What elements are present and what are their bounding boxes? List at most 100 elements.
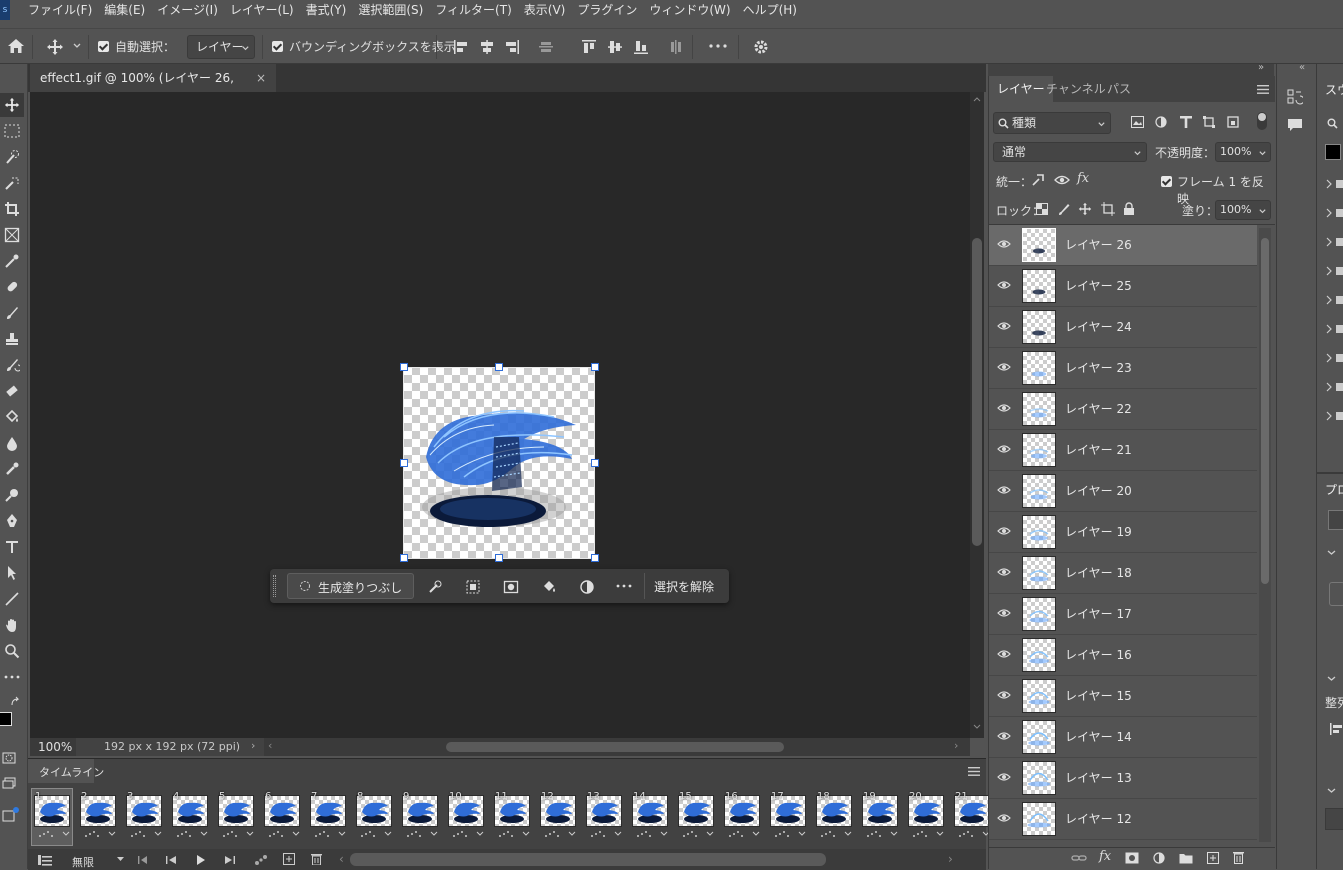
edit-toolbar-icon[interactable]	[2, 806, 20, 822]
layer-row[interactable]: レイヤー 15	[989, 676, 1257, 717]
align-top-icon[interactable]	[581, 39, 597, 55]
timeline-frame[interactable]: 14	[630, 789, 670, 845]
menu-edit[interactable]: 編集(E)	[98, 0, 151, 20]
previous-frame-icon[interactable]	[165, 855, 177, 865]
new-group-icon[interactable]	[1179, 852, 1193, 864]
frame-delay-icon[interactable]	[958, 830, 990, 838]
mask-icon[interactable]	[503, 579, 519, 595]
next-frame-icon[interactable]	[224, 855, 236, 865]
timeline-frame[interactable]: 9	[400, 789, 440, 845]
line-tool-icon[interactable]	[0, 587, 24, 611]
menu-image[interactable]: イメージ(I)	[151, 0, 224, 20]
comments-panel-icon[interactable]	[1287, 118, 1303, 132]
filter-adjustment-icon[interactable]	[1155, 116, 1167, 128]
search-icon[interactable]	[1327, 118, 1338, 129]
menu-file[interactable]: ファイル(F)	[22, 0, 98, 20]
frame-delay-icon[interactable]	[176, 830, 208, 838]
lock-image-pixels-icon[interactable]	[1057, 202, 1071, 216]
eye-icon[interactable]	[997, 239, 1011, 249]
eye-icon[interactable]	[997, 321, 1011, 331]
transform-handle-bottom-left[interactable]	[400, 554, 408, 562]
panel-menu-icon[interactable]	[968, 767, 980, 776]
blur-tool-icon[interactable]	[0, 431, 24, 455]
layer-row[interactable]: レイヤー 17	[989, 594, 1257, 635]
align-horizontal-center-icon[interactable]	[479, 39, 495, 55]
scroll-down-icon[interactable]	[973, 724, 981, 730]
align-vertical-center-icon[interactable]	[607, 39, 623, 55]
timeline-frame[interactable]: 13	[584, 789, 624, 845]
fill-input[interactable]: 100%	[1215, 200, 1271, 220]
first-frame-icon[interactable]	[137, 855, 149, 865]
menu-window[interactable]: ウィンドウ(W)	[643, 0, 736, 20]
filter-pixel-icon[interactable]	[1131, 116, 1144, 128]
unify-visibility-icon[interactable]	[1054, 173, 1070, 187]
frame-delay-icon[interactable]	[544, 830, 576, 838]
new-adjustment-layer-icon[interactable]	[1153, 852, 1165, 864]
timeline-frame[interactable]: 19	[860, 789, 900, 845]
close-tab-icon[interactable]: ×	[256, 64, 266, 92]
more-tools-icon[interactable]	[0, 665, 24, 689]
propagate-frame-checkbox[interactable]	[1161, 176, 1172, 187]
link-constraint-icon[interactable]	[1329, 582, 1343, 606]
swatch-group-folder[interactable]	[1325, 265, 1343, 277]
timeline-frame[interactable]: 17	[768, 789, 808, 845]
align-bottom-icon[interactable]	[633, 39, 649, 55]
transform-handle-bottom[interactable]	[495, 554, 503, 562]
swatch-group-folder[interactable]	[1325, 381, 1343, 393]
tab-properties[interactable]: プロ	[1325, 481, 1343, 498]
timeline-frame[interactable]: 12	[538, 789, 578, 845]
scroll-right-icon[interactable]: ›	[954, 739, 958, 752]
lock-artboard-icon[interactable]	[1101, 202, 1115, 216]
eye-icon[interactable]	[997, 813, 1011, 823]
add-layer-style-icon[interactable]: fx	[1099, 849, 1111, 864]
home-icon[interactable]	[7, 38, 25, 54]
chevron-down-icon[interactable]	[1327, 674, 1336, 683]
auto-select-dropdown[interactable]: レイヤー	[187, 35, 255, 59]
unify-style-icon[interactable]: fx	[1077, 171, 1089, 186]
loop-option[interactable]: 無限	[72, 854, 94, 870]
menu-layer[interactable]: レイヤー(L)	[224, 0, 300, 20]
frame-delay-icon[interactable]	[866, 830, 898, 838]
adjustment-layer-icon[interactable]	[579, 579, 595, 595]
convert-to-timeline-icon[interactable]	[38, 854, 52, 866]
layer-row[interactable]: レイヤー 25	[989, 266, 1257, 307]
tab-swatches[interactable]: スウ	[1325, 81, 1343, 98]
filter-type-icon[interactable]	[1180, 116, 1192, 128]
layer-filter-dropdown[interactable]: 種類	[993, 112, 1111, 134]
hand-tool-icon[interactable]	[0, 613, 24, 637]
transform-handle-top-right[interactable]	[591, 363, 599, 371]
swatch-group-folder[interactable]	[1325, 236, 1343, 248]
timeline-frame[interactable]: 8	[354, 789, 394, 845]
vertical-scroll-thumb[interactable]	[972, 238, 982, 546]
zoom-tool-icon[interactable]	[0, 639, 24, 663]
modify-selection-icon[interactable]	[427, 579, 443, 595]
swap-colors-icon[interactable]	[10, 696, 22, 708]
eraser-tool-icon[interactable]	[0, 379, 24, 403]
timeline-scroll-thumb[interactable]	[350, 853, 826, 866]
lock-transparent-pixels-icon[interactable]	[1036, 203, 1048, 215]
eye-icon[interactable]	[997, 649, 1011, 659]
healing-brush-tool-icon[interactable]	[0, 275, 24, 299]
layer-row[interactable]: レイヤー 18	[989, 553, 1257, 594]
history-panel-icon[interactable]	[1287, 88, 1303, 106]
move-tool-icon[interactable]	[0, 93, 24, 117]
menu-type[interactable]: 書式(Y)	[300, 0, 353, 20]
frame-delay-icon[interactable]	[498, 830, 530, 838]
timeline-frame[interactable]: 10	[446, 789, 486, 845]
new-layer-icon[interactable]	[1207, 852, 1219, 864]
layer-row[interactable]: レイヤー 19	[989, 512, 1257, 553]
eye-icon[interactable]	[997, 608, 1011, 618]
link-layers-icon[interactable]	[1071, 852, 1087, 864]
layer-row[interactable]: レイヤー 22	[989, 389, 1257, 430]
more-options-icon[interactable]	[616, 584, 632, 588]
frame-delay-icon[interactable]	[130, 830, 162, 838]
frame-delay-icon[interactable]	[820, 830, 852, 838]
filter-shape-icon[interactable]	[1203, 116, 1215, 128]
canvas-area[interactable]	[30, 92, 970, 738]
play-icon[interactable]	[196, 855, 206, 865]
frame-delay-icon[interactable]	[314, 830, 346, 838]
frame-delay-icon[interactable]	[406, 830, 438, 838]
fill-selection-icon[interactable]	[541, 579, 557, 595]
menu-plugins[interactable]: プラグイン	[571, 0, 643, 20]
eye-icon[interactable]	[997, 772, 1011, 782]
